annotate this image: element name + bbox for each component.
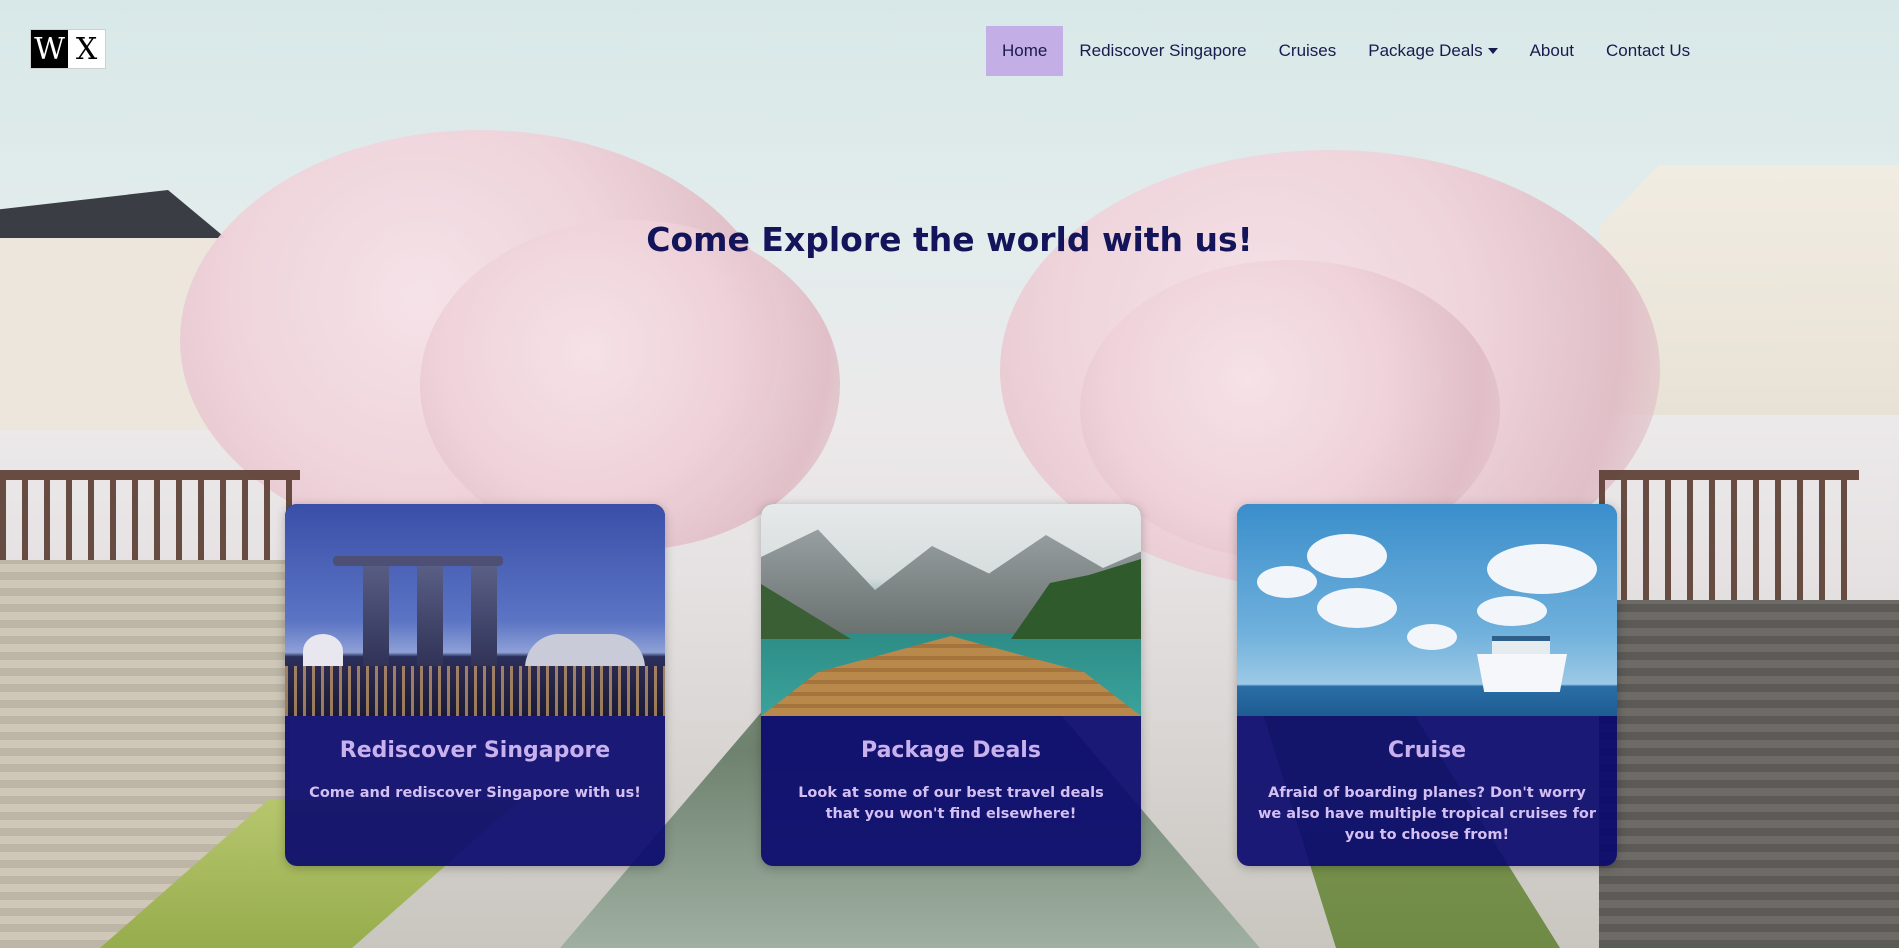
nav-contact-us[interactable]: Contact Us — [1590, 26, 1706, 76]
nav-cruises[interactable]: Cruises — [1263, 26, 1353, 76]
logo-letter-x: X — [68, 30, 105, 68]
main-nav: Home Rediscover Singapore Cruises Packag… — [986, 26, 1706, 76]
card-rediscover-singapore[interactable]: Rediscover Singapore Come and rediscover… — [285, 504, 665, 866]
card-package-deals[interactable]: Package Deals Look at some of our best t… — [761, 504, 1141, 866]
card-text: Come and rediscover Singapore with us! — [309, 785, 641, 801]
nav-rediscover-singapore[interactable]: Rediscover Singapore — [1063, 26, 1262, 76]
card-text: Afraid of boarding planes? Don't worry w… — [1257, 785, 1597, 843]
card-text: Look at some of our best travel deals th… — [798, 785, 1104, 822]
site-logo[interactable]: W X — [30, 29, 106, 69]
hero-title: Come Explore the world with us! — [646, 220, 1253, 259]
nav-about[interactable]: About — [1514, 26, 1590, 76]
caret-down-icon — [1487, 48, 1498, 54]
card-title: Rediscover Singapore — [339, 738, 611, 763]
logo-letter-w: W — [31, 30, 68, 68]
card-title: Package Deals — [861, 738, 1041, 763]
nav-package-deals-label: Package Deals — [1368, 41, 1483, 60]
card-cruise[interactable]: Cruise Afraid of boarding planes? Don't … — [1237, 504, 1617, 866]
mountain-lake-boat-image — [761, 504, 1141, 716]
nav-home[interactable]: Home — [986, 26, 1064, 76]
singapore-skyline-image — [285, 504, 665, 716]
nav-package-deals[interactable]: Package Deals — [1352, 26, 1513, 76]
card-title: Cruise — [1387, 738, 1467, 763]
cruise-ship-image — [1237, 504, 1617, 716]
